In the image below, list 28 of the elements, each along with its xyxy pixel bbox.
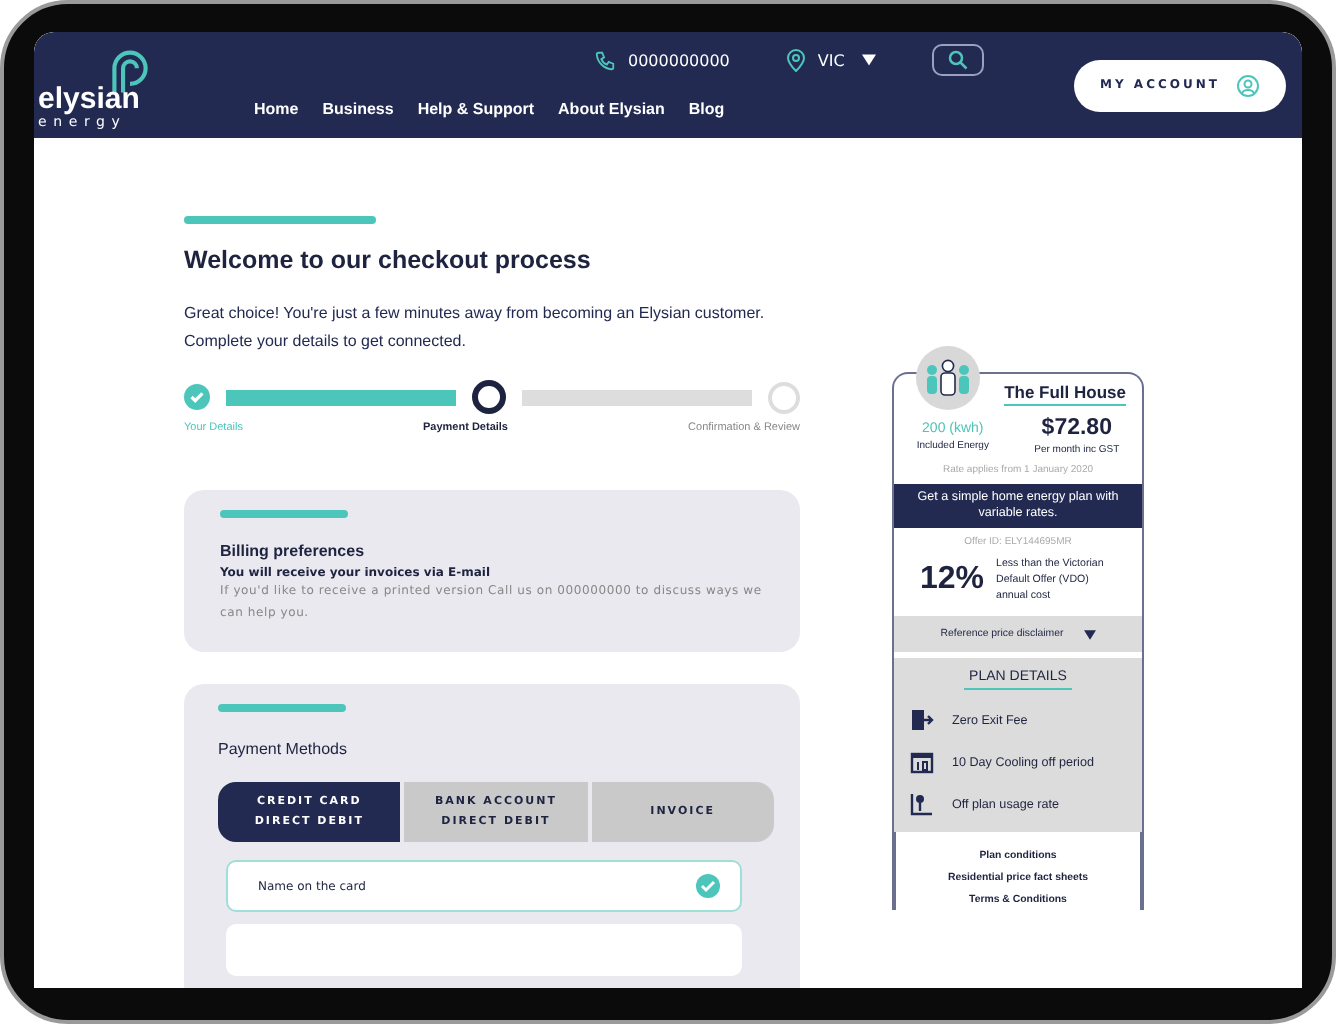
calendar-icon	[910, 750, 934, 774]
intro-text: Great choice! You're just a few minutes away from becoming an Elysian customer. Complete your details to get connected.	[184, 302, 767, 354]
door-exit-icon	[910, 708, 934, 732]
payment-heading: Payment Methods	[218, 740, 349, 758]
discount-percent: 12%	[919, 562, 985, 598]
phone-number[interactable]: 0000000000	[628, 51, 730, 69]
search-button[interactable]	[932, 44, 985, 76]
plan-name: The Full House	[1004, 382, 1126, 406]
accent-bar	[220, 510, 348, 518]
nav-link[interactable]: About Elysian	[558, 99, 665, 117]
page-title: Welcome to our checkout process	[184, 246, 593, 274]
nav-link[interactable]: Business	[322, 99, 394, 117]
accent-bar	[218, 704, 346, 712]
location-pin-icon	[785, 48, 806, 72]
nav-link[interactable]: Blog	[688, 99, 725, 117]
search-icon	[948, 50, 969, 70]
meter-icon	[910, 792, 934, 816]
family-icon	[916, 346, 980, 410]
plan-price: $72.80	[1041, 416, 1112, 440]
phone-icon	[594, 49, 616, 71]
region-dropdown[interactable]: VIC	[817, 51, 877, 69]
nav-link[interactable]: Home	[254, 99, 299, 117]
billing-heading: Billing preferences	[220, 542, 367, 560]
caret-icon	[1083, 629, 1096, 639]
logo-wordmark: elysian	[38, 84, 142, 114]
nav-link[interactable]: Help & Support	[417, 99, 535, 117]
user-icon	[1235, 73, 1260, 97]
caret-icon	[862, 54, 877, 66]
